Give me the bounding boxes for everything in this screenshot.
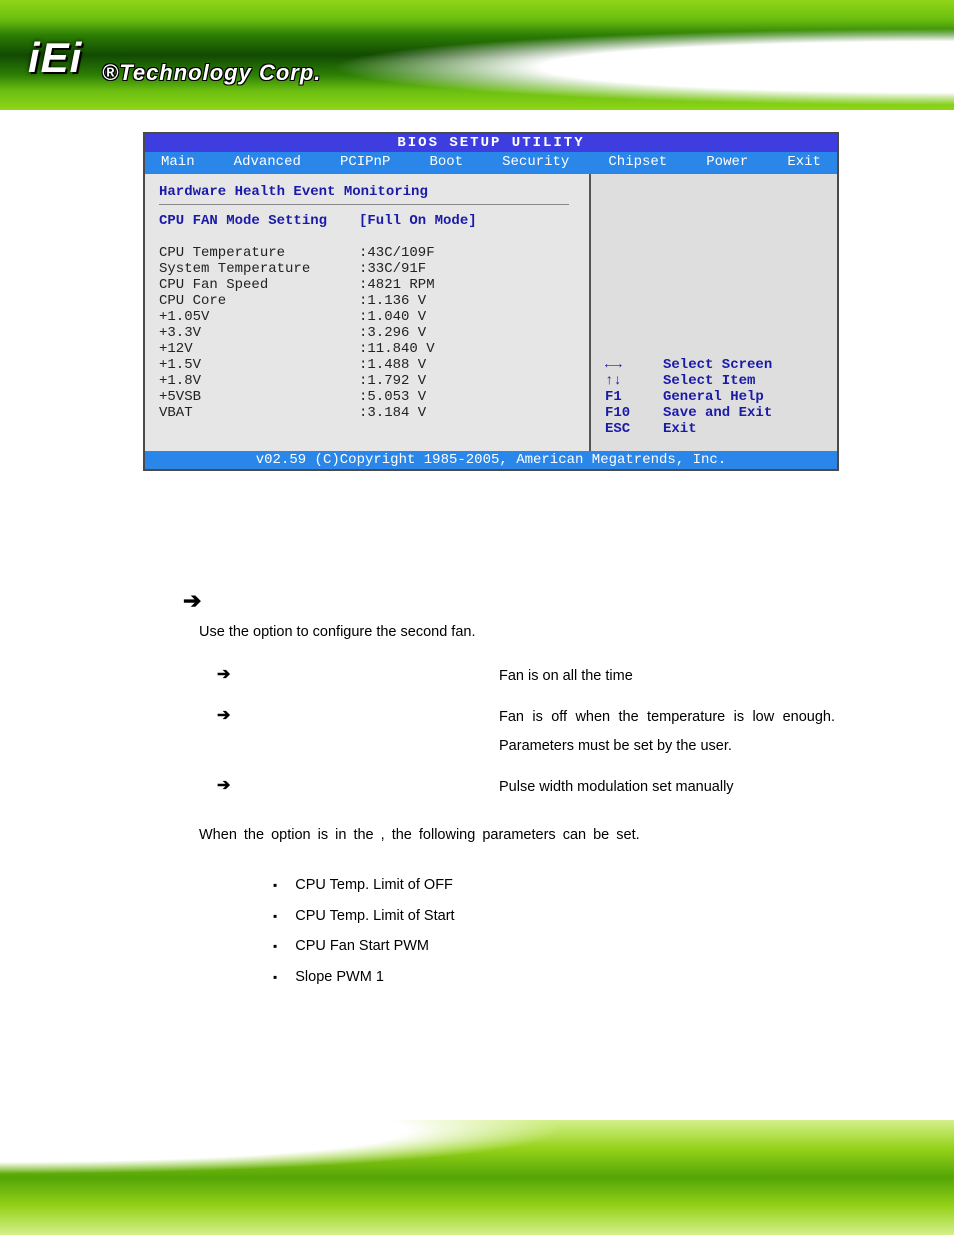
bios-row-label: +1.8V — [159, 373, 359, 389]
arrow-icon: ➔ — [217, 664, 247, 684]
bios-row-value: :3.184 V — [359, 405, 426, 421]
nav-desc: Exit — [663, 421, 697, 437]
bios-row-label: +1.05V — [159, 309, 359, 325]
bios-title: BIOS SETUP UTILITY — [145, 134, 837, 152]
bios-row-label: CPU Fan Speed — [159, 277, 359, 293]
bios-row-value: :11.840 V — [359, 341, 435, 357]
footer-decoration — [0, 1120, 954, 1235]
bios-menu-bar: Main Advanced PCIPnP Boot Security Chips… — [145, 152, 837, 174]
bios-left-panel: Hardware Health Event Monitoring CPU FAN… — [145, 174, 589, 451]
option-row: ➔ Fan is on all the time — [217, 662, 835, 691]
nav-desc: General Help — [663, 389, 764, 405]
arrow-icon: ➔ — [183, 588, 835, 614]
bios-right-panel: ←→Select Screen ↑↓Select Item F1General … — [591, 174, 837, 451]
bios-row-value: :43C/109F — [359, 245, 435, 261]
bios-row: +5VSB:5.053 V — [159, 389, 569, 405]
bios-menu-main[interactable]: Main — [153, 154, 203, 170]
bios-row-value: :1.040 V — [359, 309, 426, 325]
option-row: ➔ Pulse width modulation set manually — [217, 773, 835, 802]
bios-section-title: Hardware Health Event Monitoring — [159, 184, 569, 200]
text: option to configure the second fan. — [253, 624, 476, 640]
bios-row-label: +1.5V — [159, 357, 359, 373]
bios-menu-pcipnp[interactable]: PCIPnP — [332, 154, 398, 170]
bios-setting-value: [Full On Mode] — [359, 213, 477, 229]
bios-row: CPU Core:1.136 V — [159, 293, 569, 309]
bios-row: +1.5V:1.488 V — [159, 357, 569, 373]
bios-menu-security[interactable]: Security — [494, 154, 577, 170]
nav-desc: Save and Exit — [663, 405, 772, 421]
bullet-list: CPU Temp. Limit of OFF CPU Temp. Limit o… — [273, 870, 835, 992]
list-item: Slope PWM 1 — [273, 962, 835, 992]
list-item: CPU Temp. Limit of Start — [273, 901, 835, 931]
nav-key: F1 — [605, 389, 663, 405]
list-item: CPU Fan Start PWM — [273, 931, 835, 961]
intro-paragraph: Use the option to configure the second f… — [199, 624, 835, 640]
bios-row-value: :1.792 V — [359, 373, 426, 389]
bios-window: BIOS SETUP UTILITY Main Advanced PCIPnP … — [143, 132, 839, 471]
bios-menu-boot[interactable]: Boot — [421, 154, 471, 170]
arrow-icon: ➔ — [217, 775, 247, 795]
option-desc: Pulse width modulation set manually — [499, 773, 835, 802]
paragraph: When the option is in the , the followin… — [199, 820, 835, 850]
text: , the following parameters can be set. — [381, 827, 640, 843]
document-body: BIOS Menu 11: Hardware Health Configurat… — [143, 588, 835, 992]
bios-row-label: +5VSB — [159, 389, 359, 405]
bios-row-value: :1.488 V — [359, 357, 426, 373]
bios-row-value: :5.053 V — [359, 389, 426, 405]
bios-row: +1.8V:1.792 V — [159, 373, 569, 389]
nav-key: ↑↓ — [605, 373, 663, 389]
nav-desc: Select Screen — [663, 357, 772, 373]
bios-setting-row[interactable]: CPU FAN Mode Setting [Full On Mode] — [159, 213, 569, 229]
bios-row: System Temperature:33C/91F — [159, 261, 569, 277]
text: Use the — [199, 624, 253, 640]
nav-key: F10 — [605, 405, 663, 421]
bios-row-value: :3.296 V — [359, 325, 426, 341]
text: When the — [199, 827, 271, 843]
bios-row: CPU Fan Speed:4821 RPM — [159, 277, 569, 293]
bios-row: +12V:11.840 V — [159, 341, 569, 357]
bios-row: CPU Temperature:43C/109F — [159, 245, 569, 261]
nav-desc: Select Item — [663, 373, 755, 389]
bios-row-label: VBAT — [159, 405, 359, 421]
bios-menu-advanced[interactable]: Advanced — [226, 154, 309, 170]
bios-nav-help: ←→Select Screen ↑↓Select Item F1General … — [605, 357, 823, 437]
brand-logo-text: iEi — [28, 34, 82, 82]
bios-menu-exit[interactable]: Exit — [779, 154, 829, 170]
bios-row-value: :33C/91F — [359, 261, 426, 277]
nav-key: ESC — [605, 421, 663, 437]
bios-row-label: +3.3V — [159, 325, 359, 341]
bios-row-value: :1.136 V — [359, 293, 426, 309]
bios-menu-chipset[interactable]: Chipset — [600, 154, 675, 170]
bios-footer: v02.59 (C)Copyright 1985-2005, American … — [145, 451, 837, 469]
option-desc: Fan is off when the temperature is low e… — [499, 703, 835, 761]
text: option is in the — [271, 827, 381, 843]
option-row: ➔ Fan is off when the temperature is low… — [217, 703, 835, 761]
bios-setting-label: CPU FAN Mode Setting — [159, 213, 359, 229]
bios-row-label: System Temperature — [159, 261, 359, 277]
bios-row: +3.3V:3.296 V — [159, 325, 569, 341]
list-item: CPU Temp. Limit of OFF — [273, 870, 835, 900]
nav-key: ←→ — [605, 357, 663, 373]
bios-menu-power[interactable]: Power — [698, 154, 756, 170]
bios-row-label: +12V — [159, 341, 359, 357]
option-desc: Fan is on all the time — [499, 662, 835, 691]
bios-row: +1.05V:1.040 V — [159, 309, 569, 325]
arrow-icon: ➔ — [217, 705, 247, 725]
brand-subtext: ®Technology Corp. — [102, 60, 321, 86]
bios-row-value: :4821 RPM — [359, 277, 435, 293]
bios-row-label: CPU Temperature — [159, 245, 359, 261]
header-decoration: iEi ®Technology Corp. — [0, 0, 954, 110]
divider — [159, 204, 569, 205]
bios-row-label: CPU Core — [159, 293, 359, 309]
bios-row: VBAT:3.184 V — [159, 405, 569, 421]
